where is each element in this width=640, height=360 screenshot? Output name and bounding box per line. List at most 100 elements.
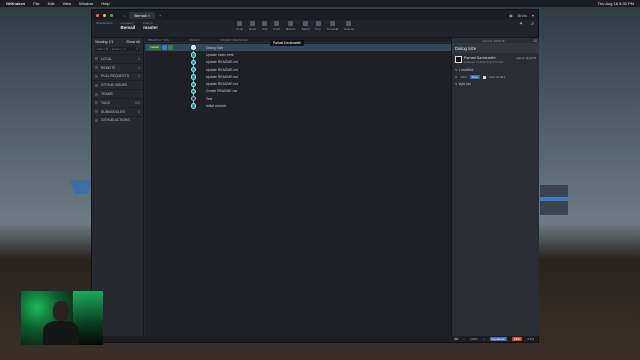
menu-edit[interactable]: Edit xyxy=(48,1,55,6)
menu-app-name[interactable]: GitKraken xyxy=(6,1,25,6)
sort-icon[interactable]: ⇅ xyxy=(455,75,458,79)
submodule-icon xyxy=(95,110,98,114)
commit-message: Update README.md xyxy=(206,67,239,72)
stash-button[interactable]: Stash xyxy=(302,21,309,31)
actions-button[interactable]: Actions xyxy=(344,21,354,31)
push-button[interactable]: Push xyxy=(273,21,280,31)
sidebar-item-count: 0 xyxy=(138,109,140,114)
sidebar-item-submodules[interactable]: SUBMODULES 0 xyxy=(92,106,143,116)
minimize-window-button[interactable] xyxy=(103,13,106,17)
redo-button[interactable]: Redo xyxy=(249,21,256,31)
commit-row[interactable]: Update README.md xyxy=(145,73,451,80)
zoom-in-icon[interactable]: + xyxy=(483,337,485,341)
feedback-button[interactable]: Feedback xyxy=(489,337,507,341)
branch-button[interactable]: Branch xyxy=(286,21,296,31)
sidebar-item-label: REMOTE xyxy=(101,65,116,70)
sidebar-filter-input[interactable]: Filter (⌘ + Option + f) ▾ xyxy=(95,47,140,51)
actions-label: Actions xyxy=(344,27,354,31)
parent-sha[interactable]: 4ba47f8 xyxy=(526,56,536,60)
viewing-count: 1/1 xyxy=(108,40,114,44)
menu-view[interactable]: View xyxy=(62,1,71,6)
terminal-button[interactable]: Terminal xyxy=(327,21,338,31)
sidebar-item-tags[interactable]: TAGS 0/0 xyxy=(92,97,143,107)
commit-node-avatar[interactable] xyxy=(191,45,197,51)
commit-row[interactable]: Update README.md xyxy=(145,59,451,66)
sidebar-item-remote[interactable]: REMOTE 1 xyxy=(92,62,143,72)
chevron-down-icon[interactable]: ▾ xyxy=(532,13,534,18)
wallpaper-ship-right xyxy=(540,185,568,215)
commit-message: Update README.md xyxy=(206,74,239,79)
close-window-button[interactable] xyxy=(96,13,99,17)
pencil-icon: ✎ xyxy=(455,82,458,86)
commit-node-avatar[interactable] xyxy=(191,81,197,87)
commit-row[interactable]: Update README.md xyxy=(145,81,451,88)
terminal-toggle-icon[interactable]: ⌨ xyxy=(454,337,458,341)
column-header-branch[interactable]: BRANCH / TAG xyxy=(148,38,169,42)
branch-tag-master[interactable]: master xyxy=(148,45,174,50)
pop-button[interactable]: Pop xyxy=(315,21,321,31)
sidebar-item-label: SUBMODULES xyxy=(101,109,125,114)
commit-graph-panel: BRANCH / TAG GRAPH COMMIT MESSAGE master… xyxy=(145,38,451,336)
repository-selector[interactable]: repository Bemail xyxy=(120,21,135,30)
column-header-message[interactable]: COMMIT MESSAGE xyxy=(220,38,248,42)
tree-view-button[interactable]: Tree xyxy=(469,75,480,79)
home-icon[interactable]: ⌂ xyxy=(123,13,125,18)
activity-icon[interactable]: ◉ xyxy=(509,13,513,18)
branch-btn-label: Branch xyxy=(286,27,296,31)
sidebar-item-local[interactable]: LOCAL 1 xyxy=(92,54,143,63)
commit-node-avatar[interactable] xyxy=(191,66,197,73)
menu-file[interactable]: File xyxy=(33,1,39,6)
commit-row[interactable]: Initial commit xyxy=(145,102,451,109)
terminal-icon xyxy=(329,21,335,26)
branch-value: master xyxy=(143,25,158,30)
commit-node-avatar[interactable] xyxy=(191,52,197,58)
push-icon xyxy=(274,21,280,26)
commit-row[interactable]: Update index.html xyxy=(145,51,451,58)
commit-node-avatar[interactable] xyxy=(191,103,197,109)
sidebar-item-count: 1 xyxy=(138,65,140,70)
sidebar-item-github-issues[interactable]: GITHUB ISSUES xyxy=(92,80,143,89)
undo-button[interactable]: Undo xyxy=(236,21,243,31)
search-icon[interactable]: ⌕ xyxy=(531,21,534,27)
pro-badge[interactable]: PRO xyxy=(511,337,523,341)
commit-node-avatar[interactable] xyxy=(191,59,197,65)
commit-row[interactable]: Test xyxy=(145,95,451,102)
commit-row[interactable]: Create README.md xyxy=(145,88,451,95)
commit-row[interactable]: Update README.md xyxy=(145,66,451,73)
undo-label: Undo xyxy=(235,27,244,31)
show-all-link[interactable]: Show All xyxy=(126,40,140,44)
pop-label: Pop xyxy=(315,27,321,31)
user-name[interactable]: Brian xyxy=(518,13,527,18)
commit-node-avatar[interactable] xyxy=(191,74,197,80)
menu-window[interactable]: Window xyxy=(79,1,93,6)
sidebar-item-github-actions[interactable]: GITHUB ACTIONS xyxy=(92,115,143,125)
github-icon xyxy=(162,45,168,50)
branch-selector[interactable]: branch master xyxy=(143,21,158,30)
menu-help[interactable]: Help xyxy=(101,1,109,6)
commit-sha[interactable]: 3d6f278 xyxy=(494,39,505,43)
view-all-files-checkbox[interactable] xyxy=(482,75,486,79)
modified-label: 1 modified xyxy=(458,68,474,72)
redo-icon xyxy=(250,21,256,26)
zoom-out-icon[interactable]: − xyxy=(463,337,465,341)
column-header-graph[interactable]: GRAPH xyxy=(189,38,200,42)
commit-node-avatar[interactable] xyxy=(191,96,197,102)
sidebar-filter-placeholder: Filter (⌘ + Option + f) xyxy=(97,47,127,51)
terminal-label: Terminal xyxy=(326,27,339,31)
trash-icon[interactable]: ⌫ xyxy=(533,39,537,43)
pull-button[interactable]: Pull xyxy=(262,21,267,31)
workspace-selector[interactable]: Workspaces xyxy=(96,21,112,25)
sidebar-item-pull-requests[interactable]: PULL REQUESTS 0 xyxy=(92,71,143,81)
issue-icon xyxy=(95,83,98,87)
repo-tab[interactable]: Bemail × xyxy=(129,11,156,19)
pull-icon xyxy=(262,21,268,26)
gitlens-icon[interactable]: ✦ xyxy=(519,21,523,27)
commit-node-avatar[interactable] xyxy=(191,88,197,95)
sidebar-item-teams[interactable]: TEAMS xyxy=(92,89,143,98)
pop-icon xyxy=(315,21,321,26)
new-tab-icon[interactable]: + xyxy=(159,13,161,18)
path-view-button[interactable]: Path xyxy=(461,75,467,79)
file-item[interactable]: ✎ style.css xyxy=(452,81,539,87)
zoom-window-button[interactable] xyxy=(110,13,113,17)
commit-title[interactable]: Dialog Size xyxy=(452,43,539,53)
